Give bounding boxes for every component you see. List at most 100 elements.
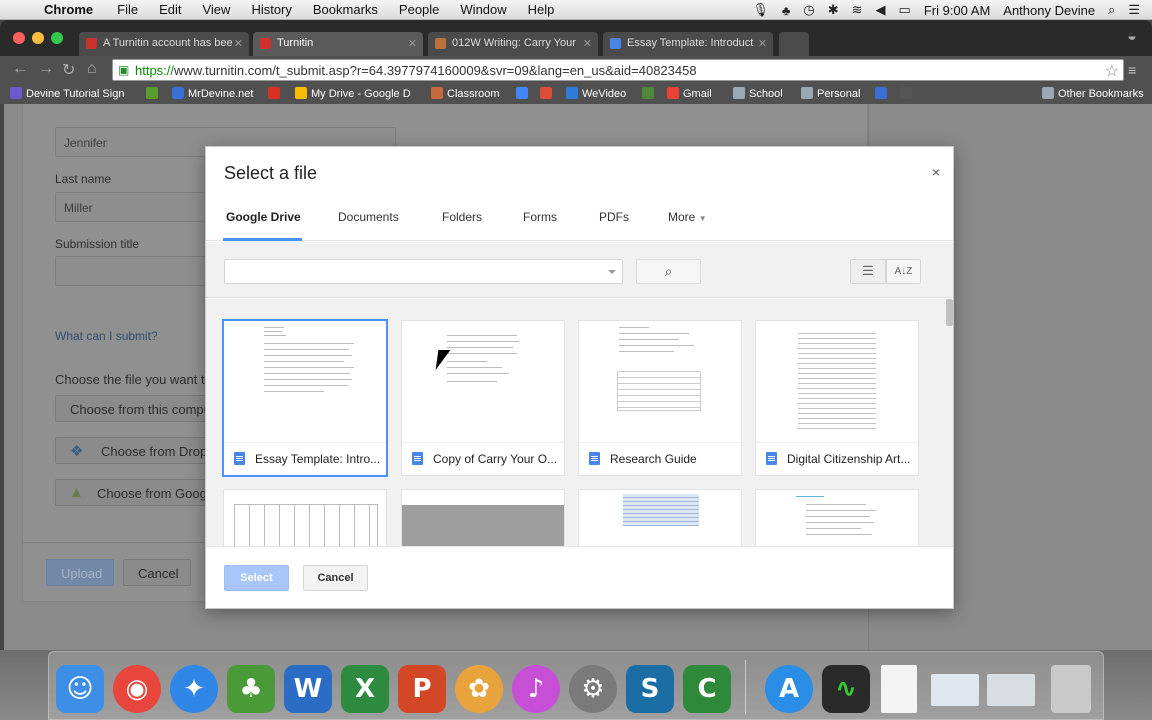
bookmark-gmail-m[interactable] bbox=[268, 87, 284, 100]
menu-history[interactable]: History bbox=[251, 2, 291, 17]
select-button[interactable]: Select bbox=[224, 565, 289, 591]
volume-icon[interactable]: ◀ bbox=[876, 2, 886, 18]
what-can-i-submit-link[interactable]: What can I submit? bbox=[55, 329, 158, 343]
file-card-selected[interactable]: Essay Template: Intro... bbox=[223, 320, 387, 476]
photos-icon[interactable]: ✿ bbox=[455, 665, 503, 713]
evernote-icon[interactable]: ♣ bbox=[227, 665, 275, 713]
address-bar[interactable]: ▣ https://www.turnitin.com/t_submit.asp?… bbox=[112, 59, 1124, 81]
file-card[interactable]: Research Guide bbox=[578, 320, 742, 476]
wifi-icon[interactable]: ≋ bbox=[852, 2, 863, 18]
bookmark-app[interactable] bbox=[642, 87, 658, 100]
menu-bookmarks[interactable]: Bookmarks bbox=[313, 2, 378, 17]
close-icon[interactable]: × bbox=[932, 164, 940, 180]
minimize-window-icon[interactable] bbox=[32, 32, 44, 44]
bookmark-my-drive[interactable]: My Drive - Google D bbox=[295, 87, 411, 100]
close-tab-icon[interactable]: ✕ bbox=[234, 37, 243, 50]
file-card[interactable]: Digital Citizenship Art... bbox=[755, 320, 919, 476]
browser-tab-active[interactable]: Turnitin ✕ bbox=[253, 32, 423, 56]
bookmark-mrdevine[interactable]: MrDevine.net bbox=[172, 87, 253, 100]
chrome-menu-icon[interactable]: ≡ bbox=[1128, 62, 1142, 78]
close-tab-icon[interactable]: ✕ bbox=[758, 37, 767, 50]
trash-icon[interactable] bbox=[1051, 665, 1091, 713]
bookmark-extension[interactable] bbox=[900, 87, 916, 100]
screenshot-file-icon[interactable] bbox=[987, 674, 1035, 706]
menu-view[interactable]: View bbox=[202, 2, 230, 17]
camtasia-icon[interactable]: C bbox=[683, 665, 731, 713]
battery-icon[interactable]: ▭ bbox=[899, 2, 911, 18]
bookmark-devine-tutorial[interactable]: Devine Tutorial Sign bbox=[10, 87, 124, 100]
bookmark-star-icon[interactable]: ☆ bbox=[1105, 61, 1119, 81]
app-menu[interactable]: Chrome bbox=[44, 2, 93, 17]
clock[interactable]: Fri 9:00 AM bbox=[924, 3, 990, 18]
finder-icon[interactable]: ☺ bbox=[56, 665, 104, 713]
browser-tab[interactable]: 012W Writing: Carry Your ✕ bbox=[428, 32, 598, 56]
safari-icon[interactable]: ✦ bbox=[170, 665, 218, 713]
home-icon[interactable]: ⌂ bbox=[87, 60, 97, 78]
snagit-icon[interactable]: S bbox=[626, 665, 674, 713]
file-card[interactable] bbox=[223, 489, 387, 546]
bookmark-gmail[interactable]: Gmail bbox=[667, 87, 712, 100]
browser-tab[interactable]: Essay Template: Introduct ✕ bbox=[603, 32, 773, 56]
menu-edit[interactable]: Edit bbox=[159, 2, 181, 17]
menu-file[interactable]: File bbox=[117, 2, 138, 17]
tab-google-drive[interactable]: Google Drive bbox=[226, 210, 301, 224]
spotlight-icon[interactable]: ⌕ bbox=[1108, 2, 1115, 18]
back-arrow-icon[interactable]: ← bbox=[12, 60, 28, 78]
powerpoint-icon[interactable]: P bbox=[398, 665, 446, 713]
evernote-icon[interactable]: ♣ bbox=[782, 3, 791, 18]
cancel-button[interactable]: Cancel bbox=[303, 565, 368, 591]
tab-more[interactable]: More ▼ bbox=[668, 210, 707, 224]
dropdown-caret-icon[interactable] bbox=[608, 270, 616, 274]
search-input[interactable] bbox=[224, 259, 623, 284]
activity-monitor-icon[interactable]: ∿ bbox=[822, 665, 870, 713]
close-window-icon[interactable] bbox=[13, 32, 25, 44]
bluetooth-icon[interactable]: ✱ bbox=[828, 2, 839, 18]
notification-center-icon[interactable]: ☰ bbox=[1128, 2, 1140, 18]
bookmark-trello[interactable] bbox=[875, 87, 891, 100]
system-preferences-icon[interactable]: ⚙ bbox=[569, 665, 617, 713]
upload-button[interactable]: Upload bbox=[46, 559, 114, 586]
chrome-icon[interactable]: ◉ bbox=[113, 665, 161, 713]
close-tab-icon[interactable]: ✕ bbox=[583, 37, 592, 50]
bookmark-folder-school[interactable]: School bbox=[733, 87, 783, 100]
microphone-icon[interactable]: 🎙 bbox=[752, 2, 769, 18]
scrollbar-thumb[interactable] bbox=[946, 299, 953, 326]
list-view-button[interactable]: ☰ bbox=[850, 259, 886, 284]
file-card[interactable] bbox=[401, 489, 565, 546]
tab-forms[interactable]: Forms bbox=[523, 210, 557, 224]
bookmark-folder-personal[interactable]: Personal bbox=[801, 87, 860, 100]
forward-arrow-icon[interactable]: → bbox=[38, 60, 54, 78]
bookmark-wevideo[interactable]: WeVideo bbox=[566, 87, 626, 100]
tab-documents[interactable]: Documents bbox=[338, 210, 399, 224]
menu-people[interactable]: People bbox=[399, 2, 439, 17]
document-file-icon[interactable] bbox=[881, 665, 917, 713]
new-tab-button[interactable] bbox=[779, 32, 809, 56]
screenshot-file-icon[interactable] bbox=[931, 674, 979, 706]
user-name[interactable]: Anthony Devine bbox=[1003, 3, 1095, 18]
reload-icon[interactable]: ↻ bbox=[62, 60, 75, 80]
cancel-button[interactable]: Cancel bbox=[123, 559, 191, 586]
tab-folders[interactable]: Folders bbox=[442, 210, 482, 224]
time-machine-icon[interactable]: ◷ bbox=[803, 2, 814, 18]
itunes-icon[interactable]: ♪ bbox=[512, 665, 560, 713]
incognito-profile-icon[interactable]: ◒ bbox=[1118, 28, 1146, 48]
app-store-icon[interactable]: A bbox=[765, 665, 813, 713]
zoom-window-icon[interactable] bbox=[51, 32, 63, 44]
file-card[interactable]: Copy of Carry Your O... bbox=[401, 320, 565, 476]
sort-button[interactable]: A↓Z bbox=[886, 259, 921, 284]
bookmark-calendar[interactable] bbox=[516, 87, 532, 100]
other-bookmarks[interactable]: Other Bookmarks bbox=[1042, 87, 1144, 100]
browser-tab[interactable]: A Turnitin account has bee ✕ bbox=[79, 32, 249, 56]
tab-pdfs[interactable]: PDFs bbox=[599, 210, 629, 224]
excel-icon[interactable]: X bbox=[341, 665, 389, 713]
search-button[interactable]: ⌕ bbox=[636, 259, 701, 284]
bookmark-classroom[interactable]: Classroom bbox=[431, 87, 500, 100]
bookmark-c[interactable] bbox=[146, 87, 162, 100]
menu-help[interactable]: Help bbox=[528, 2, 555, 17]
close-tab-icon[interactable]: ✕ bbox=[408, 37, 417, 50]
menu-window[interactable]: Window bbox=[460, 2, 506, 17]
file-card[interactable] bbox=[578, 489, 742, 546]
file-card[interactable] bbox=[755, 489, 919, 546]
bookmark-gplus[interactable] bbox=[540, 87, 556, 100]
word-icon[interactable]: W bbox=[284, 665, 332, 713]
